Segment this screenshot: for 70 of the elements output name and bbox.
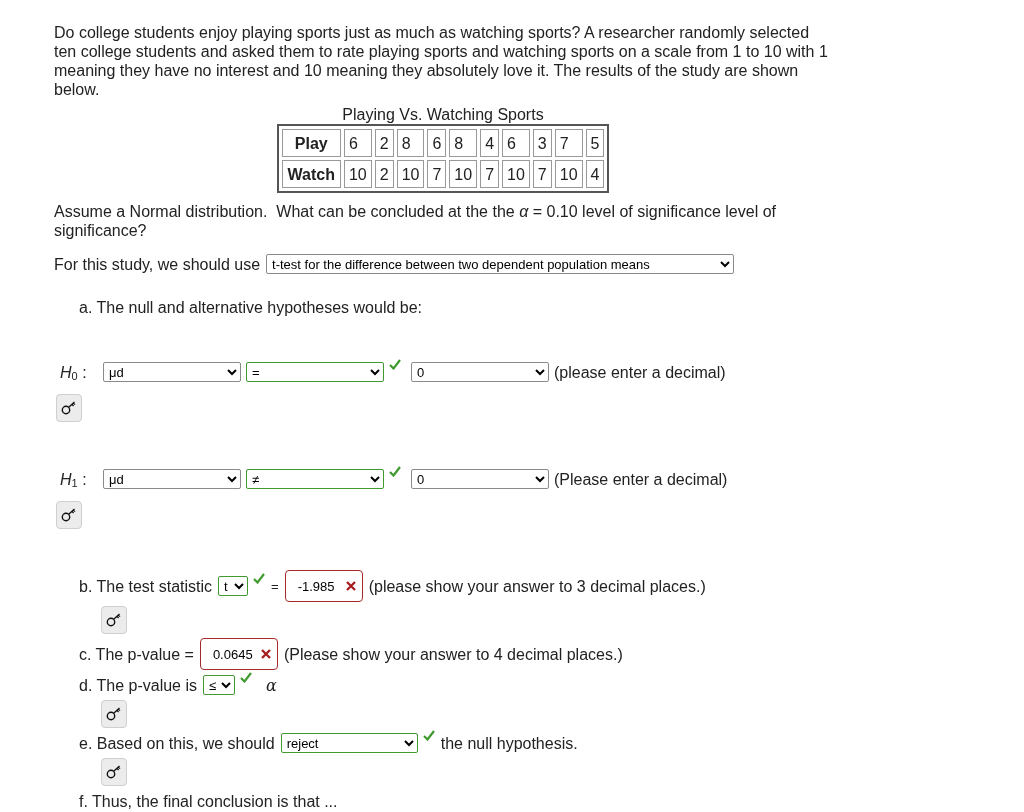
table-cell: 6: [343, 129, 372, 157]
table-cell: 7: [427, 160, 447, 188]
alpha-symbol: α: [266, 675, 277, 695]
hint-text: the null hypothesis.: [440, 733, 578, 753]
table-cell: 4: [480, 129, 500, 157]
table-cell: 10: [396, 160, 425, 188]
check-icon: [253, 573, 266, 584]
table-cell: 7: [480, 160, 500, 188]
question-text: Assume a Normal distribution. What can be concluded at the the α = 0.10 level of significance level of significance?: [54, 202, 777, 240]
key-button[interactable]: [101, 606, 127, 634]
hypothesis-label: H$_{0}$ :: [60, 362, 88, 382]
hint-text: (please enter a decimal): [554, 362, 726, 382]
key-button[interactable]: [101, 700, 127, 728]
table-cell: 8: [449, 129, 478, 157]
parameter-select[interactable]: μd: [103, 469, 241, 489]
hint-text: (Please show your answer to 4 decimal places.): [283, 644, 623, 664]
check-icon: [240, 672, 252, 683]
check-icon: [422, 730, 435, 741]
prompt-text: c. The p-value =: [79, 644, 194, 664]
hypothesis-label: H$_{1}$ :: [60, 469, 88, 489]
prompt-text: b. The test statistic: [79, 576, 213, 596]
table-title: Playing Vs. Watching Sports: [342, 105, 544, 124]
answer-field[interactable]: -1.985: [284, 570, 363, 602]
table-cell: 2: [374, 160, 394, 188]
operator-select[interactable]: =: [246, 362, 384, 382]
table-cell: 7: [554, 129, 583, 157]
table-cell: 5: [585, 129, 605, 157]
hint-text: (Please enter a decimal): [554, 469, 728, 489]
key-icon: [61, 508, 77, 522]
operator-select[interactable]: ≠: [246, 469, 384, 489]
answer-select[interactable]: t: [218, 576, 249, 596]
prompt-text: For this study, we should use: [54, 254, 261, 274]
prompt-text: e. Based on this, we should: [79, 733, 275, 753]
table-cell: 6: [502, 129, 530, 157]
problem-text: Do college students enjoy playing sports just as much as watching sports? A researcher randomly selected ten college students and asked them to rate playing sports and watching sports on a scale from 1 to 10 with 1 meaning they have no interest and 10 meaning they absolutely love it. The results of the study are shown below.: [54, 23, 829, 99]
table-cell: 4: [585, 160, 605, 188]
key-button[interactable]: [56, 501, 82, 529]
answer-select[interactable]: ≤: [203, 675, 235, 695]
key-icon: [106, 707, 122, 721]
part-label: a. The null and alternative hypotheses would be:: [79, 298, 424, 317]
answer-field[interactable]: 0.0645: [199, 638, 278, 670]
key-icon: [106, 765, 122, 779]
equals-sign: =: [271, 577, 279, 596]
table-cell: 6: [427, 129, 447, 157]
table-cell: 2: [374, 129, 394, 157]
cross-icon: [260, 649, 271, 659]
row-header: Watch: [281, 160, 341, 188]
table-cell: 10: [554, 160, 583, 188]
key-icon: [106, 613, 122, 627]
method-select[interactable]: t-test for the difference between two dependent population means: [266, 254, 735, 274]
check-icon: [389, 466, 401, 477]
key-button[interactable]: [56, 394, 82, 422]
answer-select[interactable]: reject: [280, 733, 418, 753]
prompt-text: f. Thus, the final conclusion is that ...: [79, 791, 338, 811]
check-icon: [389, 359, 401, 370]
parameter-select[interactable]: μd: [103, 362, 241, 382]
value-select[interactable]: 0: [411, 469, 549, 489]
key-button[interactable]: [101, 758, 127, 786]
table-cell: 7: [532, 160, 552, 188]
prompt-text: d. The p-value is: [79, 675, 197, 695]
table-cell: 8: [396, 129, 425, 157]
hint-text: (please show your answer to 3 decimal places.): [368, 576, 706, 596]
value-select[interactable]: 0: [411, 362, 549, 382]
table-cell: 10: [502, 160, 530, 188]
cross-icon: [345, 581, 356, 591]
table-cell: 10: [449, 160, 478, 188]
table-cell: 3: [532, 129, 552, 157]
key-icon: [61, 401, 77, 415]
row-header: Play: [281, 129, 341, 157]
table-cell: 10: [343, 160, 372, 188]
